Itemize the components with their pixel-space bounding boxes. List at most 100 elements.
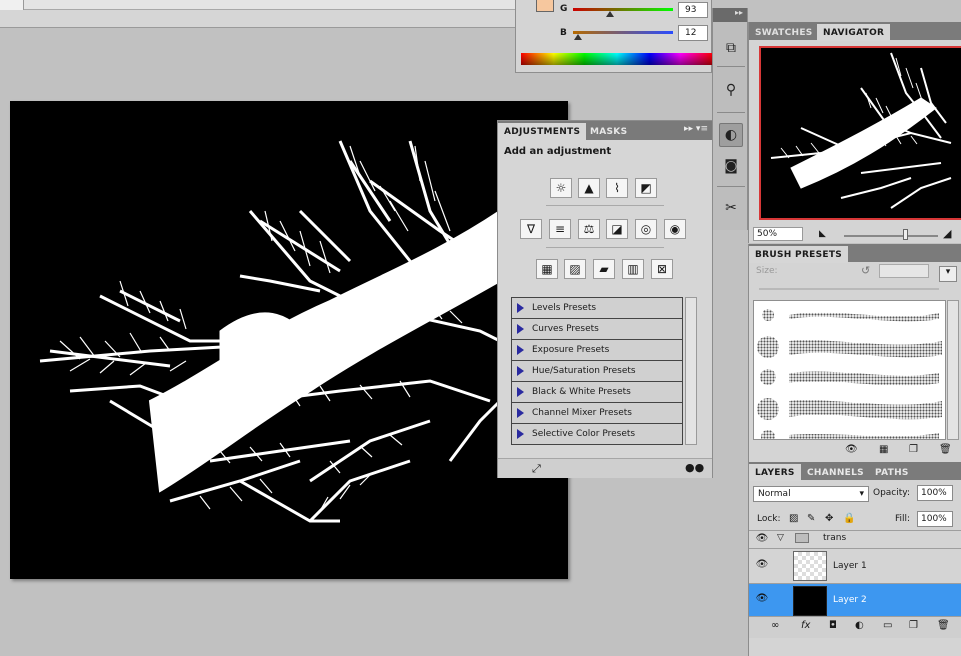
g-slider-track[interactable] [573, 8, 673, 11]
visibility-eye-icon[interactable]: 👁 [755, 533, 769, 547]
b-value-field[interactable]: 12 [678, 25, 708, 41]
new-preset-icon[interactable]: ❐ [909, 444, 918, 455]
tools-preset-icon[interactable]: ✂ [719, 196, 743, 220]
expand-triangle-icon [517, 303, 524, 313]
tab-swatches[interactable]: SWATCHES [749, 24, 819, 41]
adjustments-panel-icon[interactable]: ◐ [719, 123, 743, 147]
preset-curves[interactable]: Curves Presets [512, 319, 682, 340]
dock-divider [717, 112, 745, 113]
new-brush-icon[interactable]: ▾ [939, 266, 957, 282]
delete-brush-icon[interactable]: 🗑 [939, 444, 952, 455]
tab-masks[interactable]: MASKS [584, 123, 633, 140]
visibility-eye-icon[interactable]: 👁 [755, 593, 769, 607]
history-panel-icon[interactable]: ⧉ [719, 36, 743, 60]
panel-menu-icon[interactable]: ▸▸ ▾≡ [684, 124, 708, 134]
fill-field[interactable]: 100% [917, 511, 953, 527]
lock-image-icon[interactable]: ✎ [807, 513, 815, 524]
new-group-icon[interactable]: ▭ [883, 620, 892, 631]
navigator-zoom-field[interactable]: 50% [753, 227, 803, 241]
brush-preset-list[interactable] [753, 300, 946, 440]
navigator-zoom-knob[interactable] [903, 229, 909, 240]
vibrance-icon[interactable]: ∇ [520, 219, 542, 239]
brush-list-scrollbar[interactable] [947, 300, 959, 440]
branch-mask-image [39, 140, 502, 523]
layer-row-layer1[interactable]: 👁 Layer 1 [749, 548, 961, 583]
b-slider-track[interactable] [573, 31, 673, 34]
preset-selective-color[interactable]: Selective Color Presets [512, 424, 682, 445]
masks-panel-icon[interactable]: ◙ [719, 154, 743, 178]
hue-saturation-icon[interactable]: ≡ [549, 219, 571, 239]
posterize-icon[interactable]: ▨ [564, 259, 586, 279]
blend-mode-select[interactable]: Normal ▾ [753, 486, 869, 502]
navigator-zoom-slider[interactable] [844, 235, 938, 237]
lock-all-icon[interactable]: 🔒 [843, 513, 855, 524]
navigator-preview-image [770, 52, 952, 209]
add-mask-icon[interactable]: ◘ [829, 620, 837, 631]
brush-size-field[interactable] [879, 264, 929, 278]
expand-triangle-icon [517, 429, 524, 439]
preset-black-white[interactable]: Black & White Presets [512, 382, 682, 403]
usb-panel-icon[interactable]: ⚲ [719, 78, 743, 102]
brush-presets-tabbar: BRUSH PRESETS [749, 244, 961, 263]
brush-panel-icon[interactable]: ▦ [879, 444, 888, 455]
expand-view-icon[interactable]: ⤢ [532, 462, 541, 476]
zoom-in-icon[interactable]: ◢ [943, 227, 951, 240]
g-value-field[interactable]: 93 [678, 2, 708, 18]
reset-size-icon[interactable]: ↺ [861, 264, 870, 277]
photo-filter-icon[interactable]: ◎ [635, 219, 657, 239]
color-balance-icon[interactable]: ⚖ [578, 219, 600, 239]
tab-navigator[interactable]: NAVIGATOR [817, 24, 891, 41]
color-spectrum-ramp[interactable] [521, 53, 713, 65]
g-channel-label: G [560, 4, 568, 14]
curves-icon[interactable]: ⌇ [606, 178, 628, 198]
layers-panel: LAYERS CHANNELS PATHS Normal ▾ Opacity: … [748, 462, 961, 656]
layer-group-trans[interactable]: 👁 ▽ trans [749, 530, 961, 548]
b-slider-knob[interactable] [573, 34, 582, 40]
foreground-color-swatch[interactable] [536, 0, 554, 12]
invert-icon[interactable]: ▦ [536, 259, 558, 279]
clip-layer-icon[interactable]: ●● [685, 461, 704, 474]
threshold-icon[interactable]: ▰ [593, 259, 615, 279]
preset-hue-saturation[interactable]: Hue/Saturation Presets [512, 361, 682, 382]
layer-group-name: trans [823, 533, 847, 543]
preset-channel-mixer[interactable]: Channel Mixer Presets [512, 403, 682, 424]
tab-adjustments[interactable]: ADJUSTMENTS [498, 123, 587, 140]
opacity-field[interactable]: 100% [917, 485, 953, 501]
tab-paths[interactable]: PATHS [869, 464, 915, 481]
adjustment-layer-icon[interactable]: ◐ [855, 620, 864, 631]
dock-collapse-icon[interactable]: ▸▸ [713, 8, 747, 22]
exposure-icon[interactable]: ◩ [635, 178, 657, 198]
lock-position-icon[interactable]: ✥ [825, 513, 833, 524]
g-slider-knob[interactable] [605, 11, 614, 17]
document-canvas[interactable] [10, 101, 568, 579]
layer-style-icon[interactable]: fx [801, 620, 810, 631]
brush-size-label: Size: [756, 266, 778, 276]
brush-presets-footer: 👁 ▦ ❐ 🗑 [749, 442, 961, 462]
black-white-icon[interactable]: ◪ [606, 219, 628, 239]
preset-exposure[interactable]: Exposure Presets [512, 340, 682, 361]
navigator-thumbnail[interactable] [759, 46, 961, 220]
levels-icon[interactable]: ▲ [578, 178, 600, 198]
options-bar-chip[interactable] [0, 0, 24, 10]
tab-channels[interactable]: CHANNELS [801, 464, 870, 481]
brush-size-slider[interactable] [759, 288, 939, 290]
selective-color-icon[interactable]: ⊠ [651, 259, 673, 279]
tab-brush-presets[interactable]: BRUSH PRESETS [749, 246, 849, 263]
navigator-tabbar: SWATCHES NAVIGATOR [749, 22, 961, 41]
group-expand-icon[interactable]: ▽ [777, 533, 784, 543]
preset-levels[interactable]: Levels Presets [512, 298, 682, 319]
zoom-out-icon[interactable]: ◣ [819, 229, 826, 239]
visibility-eye-icon[interactable]: 👁 [755, 559, 769, 573]
chevron-down-icon: ▾ [859, 489, 864, 499]
toggle-brush-panel-icon[interactable]: 👁 [845, 444, 858, 455]
layer-row-layer2-selected[interactable]: 👁 Layer 2 [749, 583, 961, 616]
lock-transparent-icon[interactable]: ▨ [789, 513, 798, 524]
presets-scrollbar[interactable] [685, 297, 697, 445]
brightness-contrast-icon[interactable]: ☼ [550, 178, 572, 198]
new-layer-icon[interactable]: ❐ [909, 620, 918, 631]
link-layers-icon[interactable]: ∞ [771, 620, 779, 631]
delete-layer-icon[interactable]: 🗑 [937, 620, 950, 631]
channel-mixer-icon[interactable]: ◉ [664, 219, 686, 239]
tab-layers[interactable]: LAYERS [749, 464, 801, 481]
gradient-map-icon[interactable]: ▥ [622, 259, 644, 279]
